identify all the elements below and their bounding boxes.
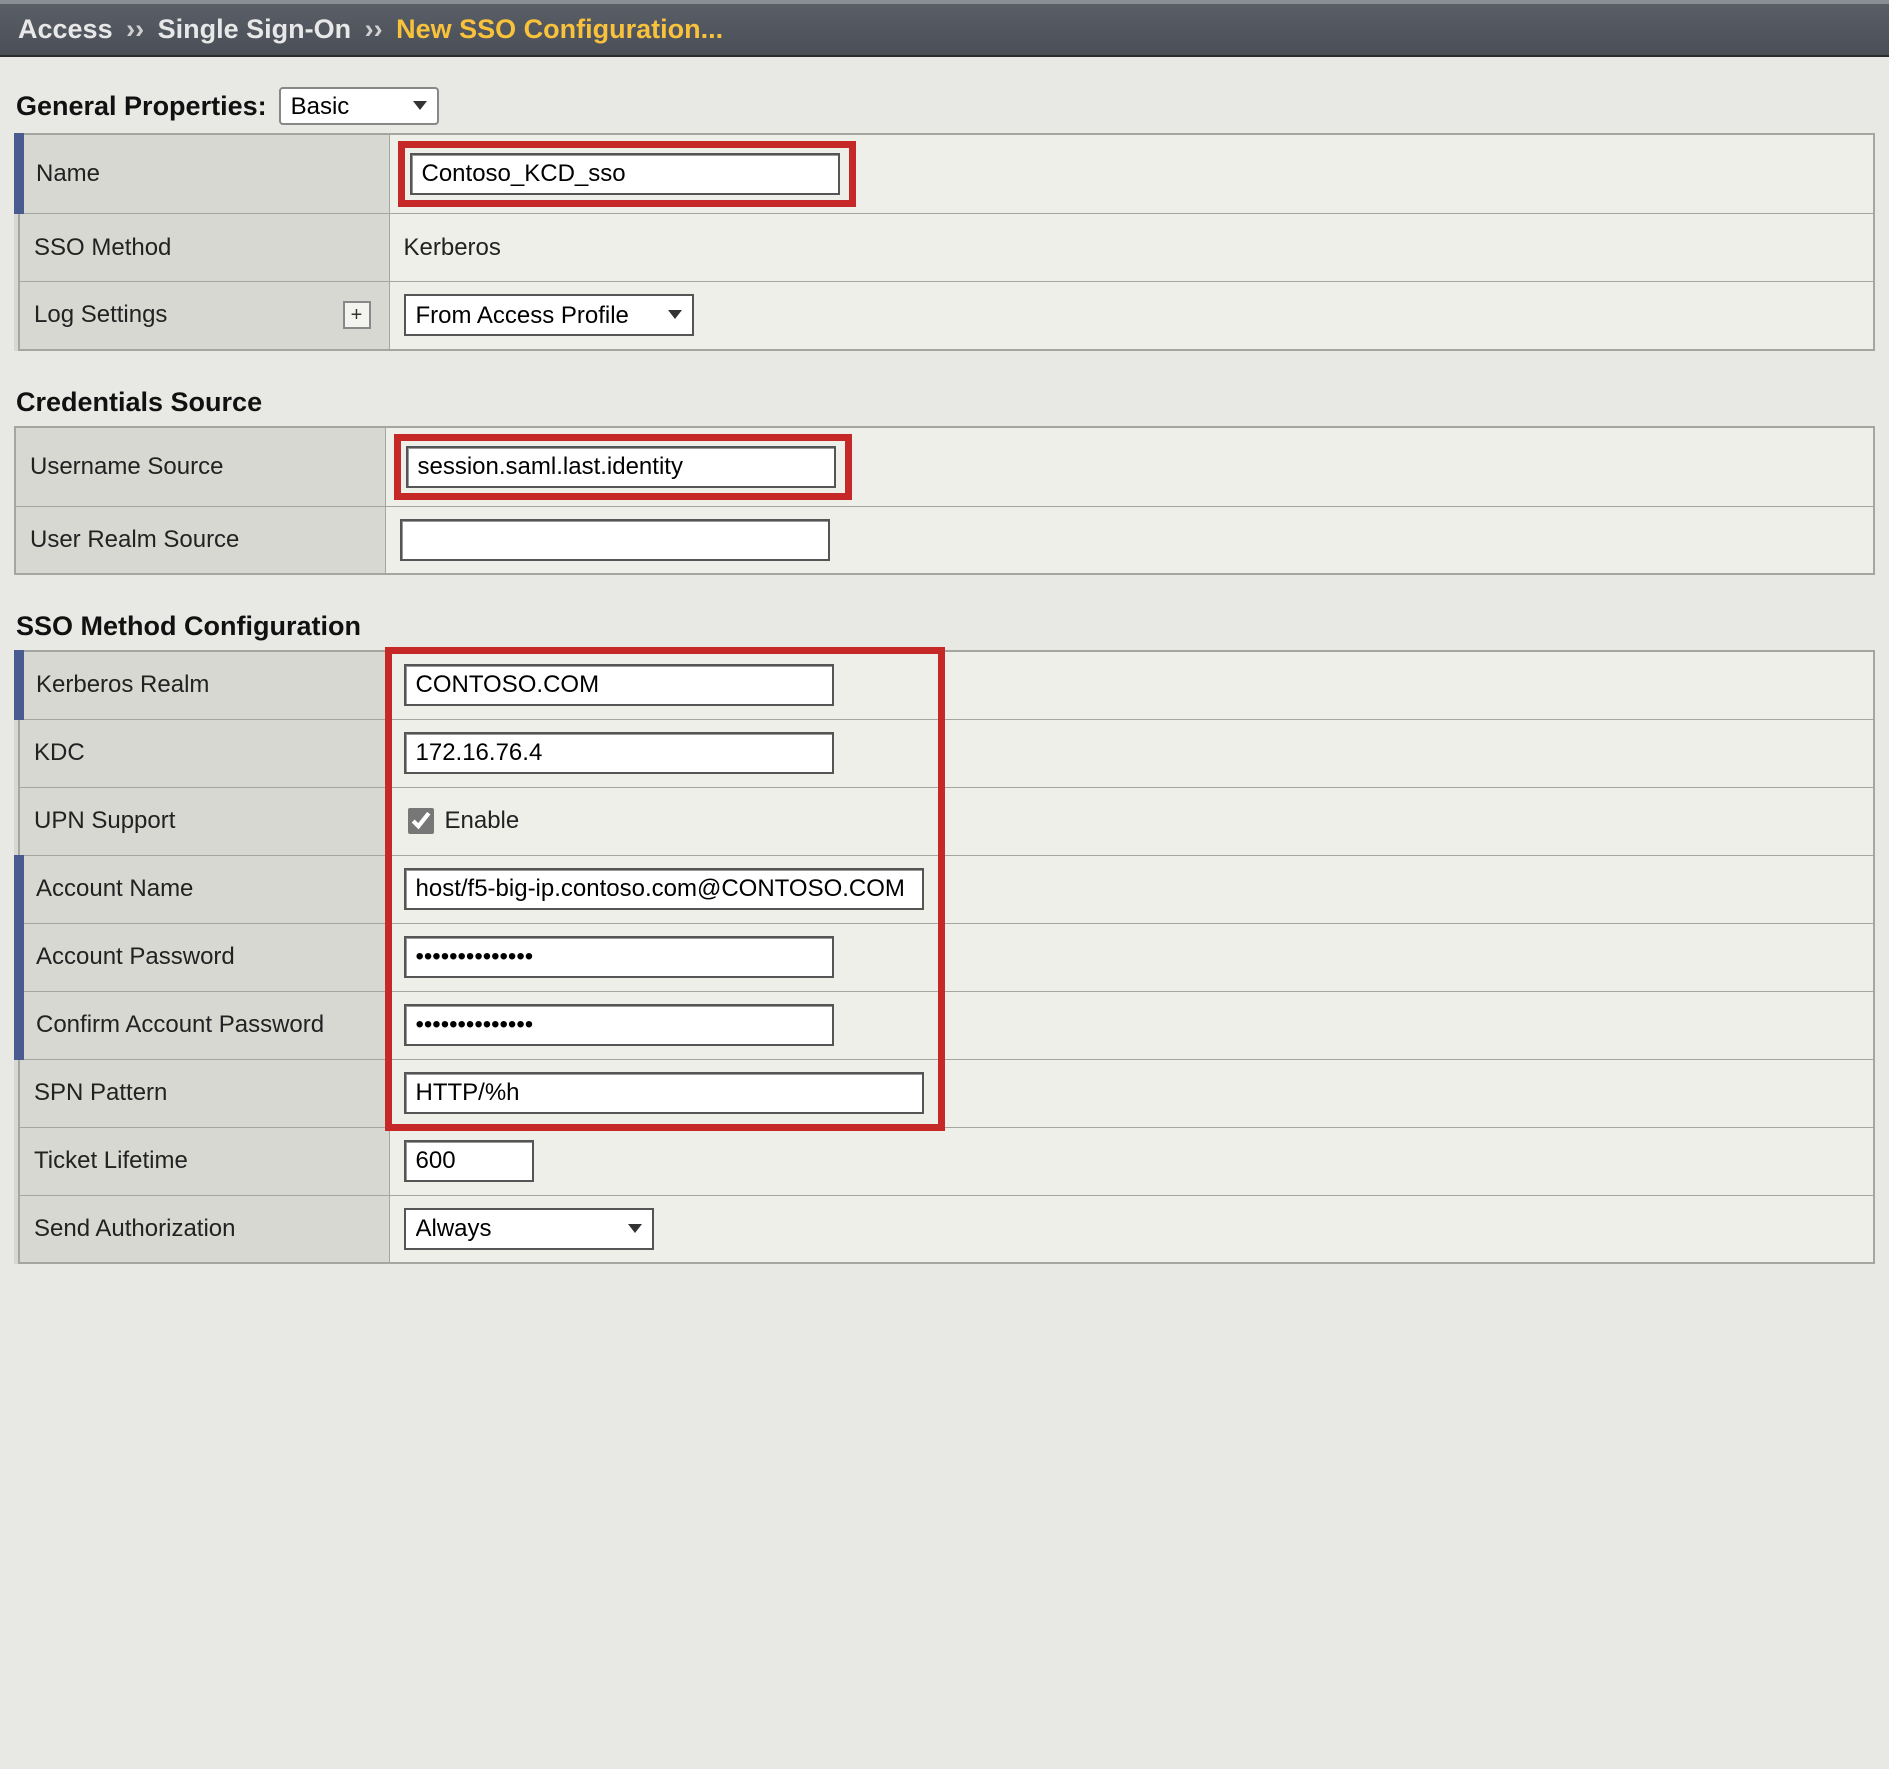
ticket-lifetime-input[interactable]: [404, 1140, 534, 1182]
general-properties-table: Name SSO Method Kerberos Log Settings + …: [14, 133, 1875, 351]
spn-pattern-input[interactable]: [404, 1072, 924, 1114]
section-title-credentials: Credentials Source: [14, 387, 1875, 418]
label-kdc: KDC: [19, 719, 389, 787]
upn-support-checkbox-label: Enable: [445, 807, 520, 835]
log-settings-select[interactable]: From Access Profile: [404, 294, 694, 336]
label-user-realm-source: User Realm Source: [15, 506, 385, 574]
view-mode-select[interactable]: Basic: [279, 87, 439, 125]
username-source-input[interactable]: [406, 446, 836, 488]
section-title-general: General Properties: Basic: [14, 87, 1875, 125]
breadcrumb-separator-icon: ››: [359, 14, 389, 44]
kdc-input[interactable]: [404, 732, 834, 774]
kerberos-realm-input[interactable]: [404, 664, 834, 706]
send-authorization-select[interactable]: Always: [404, 1208, 654, 1250]
label-name: Name: [19, 134, 389, 214]
breadcrumb-separator-icon: ››: [120, 14, 150, 44]
credentials-source-table: Username Source User Realm Source: [14, 426, 1875, 576]
label-account-password: Account Password: [19, 923, 389, 991]
label-account-name: Account Name: [19, 855, 389, 923]
label-confirm-account-password: Confirm Account Password: [19, 991, 389, 1059]
account-password-input[interactable]: [404, 936, 834, 978]
breadcrumb-level1[interactable]: Access: [18, 14, 113, 44]
label-upn-support: UPN Support: [19, 787, 389, 855]
label-sso-method: SSO Method: [19, 214, 389, 282]
upn-support-checkbox[interactable]: [408, 808, 434, 834]
label-username-source: Username Source: [15, 427, 385, 507]
label-ticket-lifetime: Ticket Lifetime: [19, 1127, 389, 1195]
section-title-method: SSO Method Configuration: [14, 611, 1875, 642]
breadcrumb-current: New SSO Configuration...: [396, 14, 723, 44]
confirm-account-password-input[interactable]: [404, 1004, 834, 1046]
account-name-input[interactable]: [404, 868, 924, 910]
value-sso-method: Kerberos: [389, 214, 1874, 282]
breadcrumb: Access ›› Single Sign-On ›› New SSO Conf…: [0, 0, 1889, 57]
name-input[interactable]: [410, 153, 840, 195]
label-log-settings: Log Settings +: [19, 282, 389, 350]
label-spn-pattern: SPN Pattern: [19, 1059, 389, 1127]
breadcrumb-level2[interactable]: Single Sign-On: [158, 14, 352, 44]
user-realm-source-input[interactable]: [400, 519, 830, 561]
add-log-setting-button[interactable]: +: [343, 301, 371, 329]
sso-method-config-table: Kerberos Realm KDC UPN Support Enable: [14, 650, 1875, 1264]
label-send-authorization: Send Authorization: [19, 1195, 389, 1263]
label-kerberos-realm: Kerberos Realm: [19, 651, 389, 719]
